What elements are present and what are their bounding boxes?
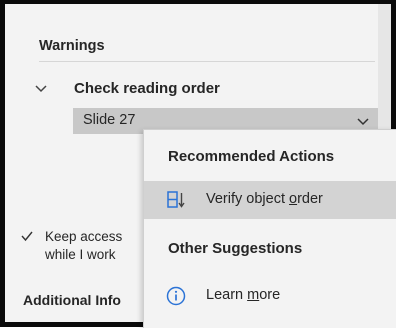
other-suggestions-heading: Other Suggestions: [168, 240, 303, 257]
additional-info-heading: Additional Info: [23, 292, 121, 308]
verify-object-order-label: Verify object order: [206, 191, 323, 207]
recommended-actions-heading: Recommended Actions: [168, 148, 335, 165]
keep-line-1: Keep access: [45, 229, 123, 244]
issue-check-reading-order[interactable]: Check reading order: [74, 80, 220, 97]
checkmark-icon[interactable]: [21, 230, 33, 242]
info-icon: [166, 286, 186, 306]
verify-object-order-menu-item[interactable]: Verify object order: [144, 181, 396, 219]
chevron-down-icon[interactable]: [34, 82, 48, 96]
keep-line-2: while I work: [45, 247, 116, 262]
warnings-heading: Warnings: [39, 38, 105, 54]
reading-order-icon: [167, 191, 185, 208]
learn-more-label: Learn more: [206, 287, 281, 303]
chevron-down-icon[interactable]: [356, 115, 370, 129]
learn-more-menu-item[interactable]: Learn more: [144, 277, 396, 315]
recommended-actions-menu: Recommended Actions Verify object order …: [143, 129, 396, 328]
slide-label: Slide 27: [83, 112, 136, 128]
keep-accessibility-checkbox-label[interactable]: Keep access while I work: [45, 228, 155, 264]
section-divider: [39, 61, 375, 62]
